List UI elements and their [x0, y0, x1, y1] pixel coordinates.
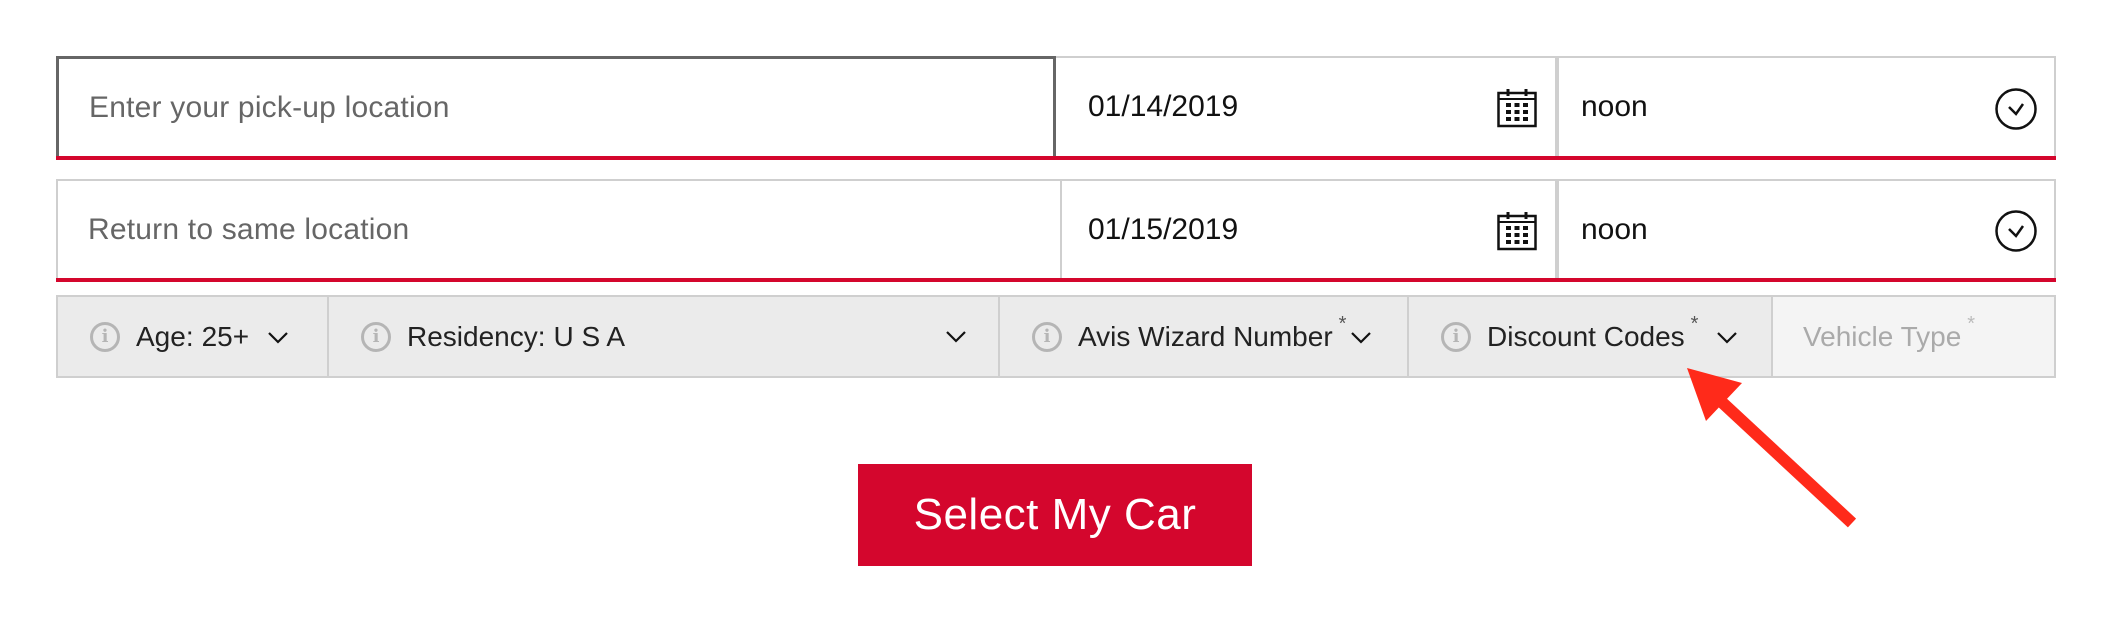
- pickup-date-value: 01/14/2019: [1088, 90, 1239, 123]
- info-icon[interactable]: i: [90, 321, 120, 352]
- return-time-select[interactable]: noon: [1557, 179, 2056, 278]
- required-mark: *: [1967, 313, 1976, 335]
- pickup-time-value: noon: [1581, 90, 1648, 123]
- pickup-location-placeholder: Enter your pick-up location: [89, 90, 450, 124]
- pickup-date-input[interactable]: 01/14/2019: [1056, 56, 1557, 156]
- pickup-row-underline: [56, 156, 2056, 160]
- calendar-icon[interactable]: [1497, 211, 1537, 251]
- clock-icon[interactable]: [1994, 209, 2038, 253]
- residency-dropdown[interactable]: i Residency: U S A: [327, 295, 998, 378]
- return-time-value: noon: [1581, 212, 1648, 246]
- chevron-down-icon: [268, 331, 288, 344]
- info-icon[interactable]: i: [1032, 321, 1062, 352]
- age-dropdown[interactable]: i Age: 25+: [56, 295, 327, 378]
- calendar-icon[interactable]: [1497, 88, 1537, 128]
- residency-value: U S A: [553, 320, 626, 352]
- chevron-down-icon: [1351, 331, 1372, 344]
- discount-codes-dropdown[interactable]: i Discount Codes *: [1407, 295, 1771, 378]
- pickup-time-select[interactable]: noon: [1557, 56, 2056, 156]
- info-icon[interactable]: i: [361, 321, 391, 352]
- info-icon[interactable]: i: [1441, 321, 1471, 352]
- return-location-input[interactable]: Return to same location: [56, 179, 1062, 278]
- age-value: 25+: [201, 320, 250, 352]
- chevron-down-icon: [1717, 331, 1738, 344]
- required-mark: *: [1338, 313, 1347, 335]
- age-label: Age: 25+: [136, 320, 250, 352]
- wizard-number-label: Avis Wizard Number: [1078, 320, 1333, 352]
- pickup-location-input[interactable]: Enter your pick-up location: [56, 56, 1056, 156]
- chevron-down-icon: [946, 331, 966, 343]
- vehicle-type-label: Vehicle Type: [1803, 320, 1962, 352]
- clock-icon[interactable]: [1994, 87, 2038, 131]
- select-my-car-button[interactable]: Select My Car: [858, 464, 1252, 566]
- return-location-placeholder: Return to same location: [88, 212, 410, 246]
- discount-codes-label: Discount Codes: [1487, 320, 1685, 352]
- wizard-number-dropdown[interactable]: i Avis Wizard Number *: [998, 295, 1407, 378]
- return-date-value: 01/15/2019: [1088, 212, 1239, 246]
- residency-label: Residency: U S A: [407, 320, 626, 352]
- vehicle-type-dropdown[interactable]: Vehicle Type *: [1771, 295, 2056, 378]
- required-mark: *: [1690, 313, 1699, 335]
- annotation-arrow-shaft: [1707, 388, 1857, 528]
- return-date-input[interactable]: 01/15/2019: [1062, 179, 1557, 278]
- return-row-underline: [56, 278, 2056, 282]
